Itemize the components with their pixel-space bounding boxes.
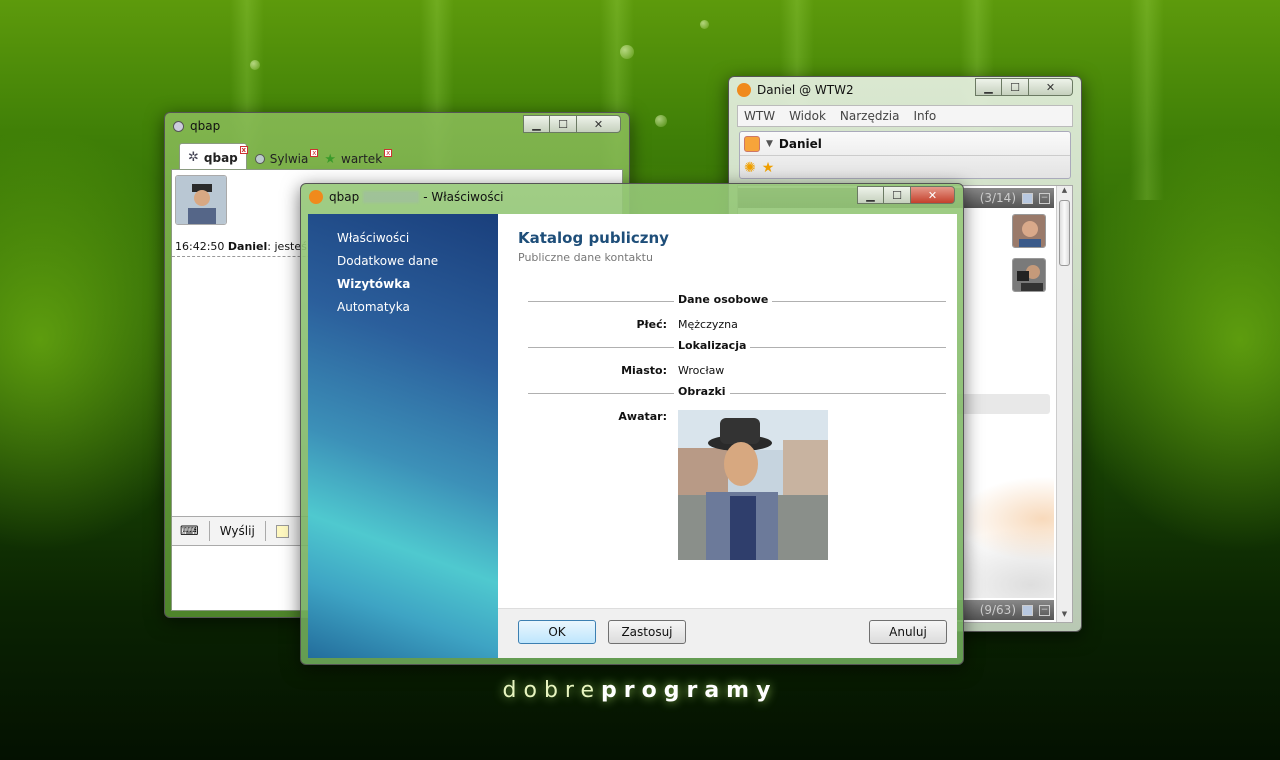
nav-item-wlasciwosci[interactable]: Właściwości (337, 231, 409, 245)
chat-tabs: ✲ qbap x Sylwia x ★ wartek x (179, 143, 393, 171)
status-dot-icon (254, 154, 265, 164)
gender-value: Mężczyzna (678, 318, 738, 331)
menu-item-info[interactable]: Info (913, 109, 936, 123)
group-count: (3/14) (979, 191, 1016, 205)
contact-avatar[interactable] (1012, 258, 1046, 292)
dialog-content: Katalog publiczny Publiczne dane kontakt… (498, 214, 957, 608)
section-label: Lokalizacja (674, 339, 751, 352)
sun-icon[interactable]: ✺ (744, 160, 756, 176)
message-time: 16:42:50 (175, 240, 225, 253)
group-toggle-icon[interactable] (1022, 604, 1033, 616)
tab-wartek[interactable]: ★ wartek x (316, 147, 393, 171)
tab-sylwia[interactable]: Sylwia x (247, 147, 319, 171)
contact-list-title: Daniel @ WTW2 (757, 83, 854, 97)
status-icon[interactable] (744, 135, 760, 152)
menu-item-widok[interactable]: Widok (789, 109, 826, 123)
close-tab-icon[interactable]: x (384, 149, 393, 157)
close-button[interactable]: ✕ (911, 186, 955, 204)
city-label: Miasto: (621, 364, 667, 377)
avatar-image (678, 410, 828, 560)
apply-button[interactable]: Zastosuj (608, 620, 686, 644)
group-toggle-icon[interactable] (1022, 192, 1033, 204)
status-panel: ▼ Daniel ✺ ★ (739, 131, 1071, 179)
properties-dialog: qbap - Właściwości ▁ ☐ ✕ Właściwości Dod… (300, 183, 964, 665)
chat-title: qbap (190, 119, 221, 133)
scrollbar-thumb[interactable] (1059, 200, 1070, 266)
maximize-button[interactable]: ☐ (1002, 78, 1029, 96)
note-icon[interactable] (275, 524, 289, 538)
minimize-button[interactable]: ▁ (523, 115, 550, 133)
section-personal: Dane osobowe (528, 293, 946, 308)
tab-label: wartek (341, 152, 383, 166)
nav-item-wizytowka[interactable]: Wizytówka (337, 277, 410, 291)
page-title: Katalog publiczny (518, 229, 669, 247)
collapse-icon[interactable]: − (1039, 192, 1050, 204)
chevron-down-icon[interactable]: ▼ (766, 139, 773, 149)
redacted-block (363, 191, 420, 203)
gear-icon: ✲ (188, 150, 199, 165)
maximize-button[interactable]: ☐ (550, 115, 577, 133)
nav-item-dodatkowe-dane[interactable]: Dodatkowe dane (337, 254, 438, 268)
tab-label: qbap (203, 150, 238, 165)
app-logo-icon (309, 190, 323, 204)
dialog-title-suffix: - Właściwości (423, 190, 504, 204)
avatar (175, 175, 227, 225)
contact-avatar[interactable] (1012, 214, 1046, 248)
dialog-title-prefix: qbap (329, 190, 360, 204)
menu-item-narzedzia[interactable]: Narzędzia (840, 109, 900, 123)
minimize-button[interactable]: ▁ (857, 186, 884, 204)
section-label: Obrazki (674, 385, 730, 398)
city-value: Wrocław (678, 364, 725, 377)
maximize-button[interactable]: ☐ (884, 186, 911, 204)
keyboard-icon[interactable]: ⌨ (180, 524, 199, 539)
gender-label: Płeć: (636, 318, 667, 331)
nav-item-automatyka[interactable]: Automatyka (337, 300, 410, 314)
tab-label: Sylwia (269, 152, 309, 166)
minimize-button[interactable]: ▁ (975, 78, 1002, 96)
menu-item-wtw[interactable]: WTW (744, 109, 775, 123)
app-logo-icon (737, 83, 751, 97)
tab-qbap[interactable]: ✲ qbap x (179, 143, 248, 171)
ok-button[interactable]: OK (518, 620, 596, 644)
star-icon[interactable]: ★ (762, 160, 775, 176)
cancel-button[interactable]: Anuluj (869, 620, 947, 644)
scrollbar[interactable]: ▲ ▼ (1056, 186, 1072, 622)
user-name: Daniel (778, 136, 822, 151)
status-dot-icon (173, 120, 184, 132)
send-button[interactable]: Wyślij (220, 524, 255, 538)
collapse-icon[interactable]: − (1039, 604, 1050, 616)
star-icon: ★ (324, 151, 336, 167)
message-author: Daniel (227, 240, 268, 253)
menu-bar: WTW Widok Narzędzia Info (737, 105, 1073, 127)
page-subtitle: Publiczne dane kontaktu (518, 251, 653, 264)
avatar-label: Awatar: (618, 410, 667, 423)
dialog-footer: OK Zastosuj Anuluj (498, 608, 957, 658)
section-label: Dane osobowe (674, 293, 773, 306)
dialog-sidebar: Właściwości Dodatkowe dane Wizytówka Aut… (308, 214, 498, 658)
group-count: (9/63) (979, 603, 1016, 617)
close-button[interactable]: ✕ (1029, 78, 1073, 96)
brand-part2: programy (601, 678, 778, 703)
close-button[interactable]: ✕ (577, 115, 621, 133)
brand-part1: dobre (502, 678, 602, 703)
section-location: Lokalizacja (528, 339, 946, 354)
section-images: Obrazki (528, 385, 946, 400)
brand-logo: dobreprogramy (0, 678, 1280, 703)
